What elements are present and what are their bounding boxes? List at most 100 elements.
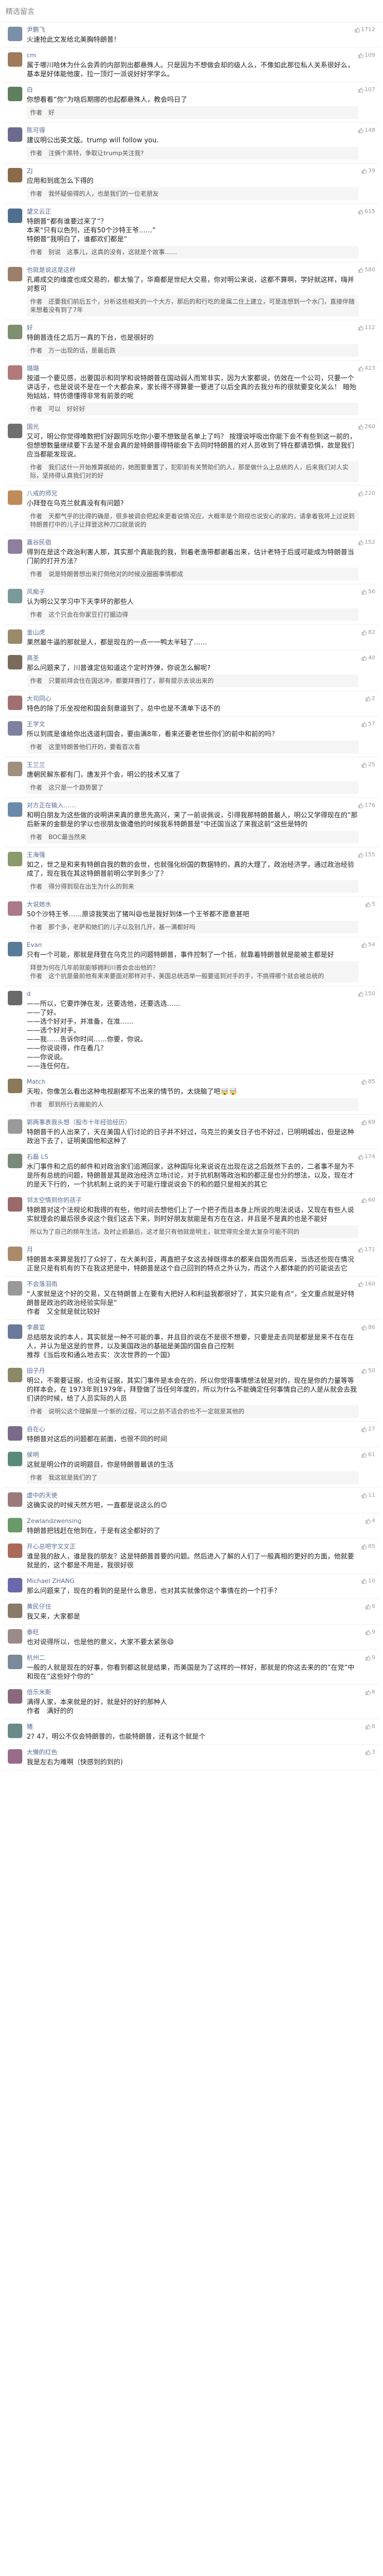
avatar[interactable] [8, 942, 22, 956]
like-button[interactable]: 4 [365, 1518, 375, 1524]
like-button[interactable]: 148 [358, 127, 375, 133]
like-button[interactable]: 11 [361, 1492, 375, 1498]
avatar[interactable] [8, 1247, 22, 1261]
like-button[interactable]: 8 [365, 1724, 375, 1730]
like-button[interactable]: 220 [358, 490, 375, 497]
commenter-name[interactable]: 大说她水 [27, 900, 359, 909]
like-button[interactable]: 152 [358, 539, 375, 545]
commenter-name[interactable]: 王兰兰 [27, 761, 359, 769]
commenter-name[interactable]: cm [27, 51, 359, 59]
like-button[interactable]: 580 [358, 267, 375, 273]
commenter-name[interactable]: 月 [27, 1245, 359, 1254]
like-button[interactable]: 9 [365, 1655, 375, 1661]
avatar[interactable] [8, 127, 22, 142]
like-button[interactable]: 109 [358, 52, 375, 58]
commenter-name[interactable]: 李晨宣 [27, 1323, 359, 1332]
avatar[interactable] [8, 1578, 22, 1592]
avatar[interactable] [8, 1324, 22, 1339]
like-button[interactable]: 85 [361, 1079, 375, 1085]
avatar[interactable] [8, 655, 22, 669]
avatar[interactable] [8, 1197, 22, 1212]
like-button[interactable]: 82 [361, 629, 375, 636]
commenter-name[interactable]: 田子丹 [27, 1367, 359, 1375]
commenter-name[interactable]: Evan [27, 941, 359, 949]
like-button[interactable]: 50 [361, 1368, 375, 1374]
like-button[interactable]: 2 [365, 696, 375, 702]
commenter-name[interactable]: 王海强 [27, 851, 359, 859]
like-button[interactable]: 150 [358, 991, 375, 997]
avatar[interactable] [8, 1492, 22, 1507]
commenter-name[interactable]: 泰旺 [27, 1628, 359, 1636]
like-button[interactable]: 56 [361, 589, 375, 595]
commenter-name[interactable]: 好 [27, 324, 359, 332]
commenter-name[interactable]: d [27, 990, 359, 998]
avatar[interactable] [8, 52, 22, 67]
like-button[interactable]: 176 [358, 802, 375, 808]
like-button[interactable]: 85 [361, 1543, 375, 1550]
avatar[interactable] [8, 209, 22, 223]
like-button[interactable]: 10 [361, 1578, 375, 1584]
avatar[interactable] [8, 1629, 22, 1644]
commenter-name[interactable]: 也就是说这是这样 [27, 266, 359, 274]
like-button[interactable]: 107 [358, 87, 375, 93]
like-button[interactable]: 174 [358, 1154, 375, 1160]
avatar[interactable] [8, 325, 22, 339]
avatar[interactable] [8, 1119, 22, 1134]
commenter-name[interactable]: 自在心 [27, 1425, 359, 1433]
avatar[interactable] [8, 1368, 22, 1382]
commenter-name[interactable]: 八戒的师兄 [27, 489, 359, 498]
commenter-name[interactable]: 郭两事表我头想（股市十年经验经历） [27, 1118, 359, 1126]
avatar[interactable] [8, 852, 22, 866]
like-button[interactable]: 615 [358, 209, 375, 215]
avatar[interactable] [8, 267, 22, 281]
avatar[interactable] [8, 168, 22, 182]
like-button[interactable]: 9 [365, 1604, 375, 1610]
avatar[interactable] [8, 87, 22, 101]
avatar[interactable] [8, 589, 22, 603]
avatar[interactable] [8, 901, 22, 916]
avatar[interactable] [8, 1426, 22, 1441]
like-button[interactable]: 54 [361, 942, 375, 948]
commenter-name[interactable]: 石磊 LS [27, 1153, 359, 1161]
like-button[interactable]: 1712 [355, 27, 375, 33]
like-button[interactable]: 112 [358, 325, 375, 331]
like-button[interactable]: 40 [361, 655, 375, 661]
avatar[interactable] [8, 27, 22, 41]
avatar[interactable] [8, 1724, 22, 1738]
commenter-name[interactable]: 王学文 [27, 720, 359, 728]
commenter-name[interactable]: 风痴子 [27, 588, 359, 596]
avatar[interactable] [8, 721, 22, 736]
commenter-name[interactable]: Michael ZHANG [27, 1577, 359, 1585]
like-button[interactable]: 57 [361, 721, 375, 727]
like-button[interactable]: 69 [361, 1119, 375, 1125]
commenter-name[interactable]: 金山虎 [27, 628, 359, 637]
commenter-name[interactable]: Match [27, 1078, 359, 1086]
commenter-name[interactable]: Zewlandzwensing [27, 1517, 359, 1525]
commenter-name[interactable]: 虚中的天使 [27, 1491, 359, 1500]
commenter-name[interactable]: 开心总吧宇文文正 [27, 1542, 359, 1551]
commenter-name[interactable]: 杭州二 [27, 1654, 359, 1662]
avatar[interactable] [8, 696, 22, 710]
avatar[interactable] [8, 802, 22, 817]
avatar[interactable] [8, 424, 22, 438]
commenter-name[interactable]: 大司同心 [27, 694, 359, 703]
like-button[interactable]: 5 [365, 901, 375, 907]
like-button[interactable]: 423 [358, 365, 375, 371]
commenter-name[interactable]: 璐璐 [27, 364, 359, 373]
commenter-name[interactable]: 白 [27, 86, 359, 94]
commenter-name[interactable]: 嘉谷民宿 [27, 538, 359, 547]
like-button[interactable]: 9 [365, 1629, 375, 1635]
avatar[interactable] [8, 991, 22, 1005]
avatar[interactable] [8, 762, 22, 776]
avatar[interactable] [8, 629, 22, 644]
like-button[interactable]: 171 [358, 1247, 375, 1253]
avatar[interactable] [8, 1655, 22, 1669]
commenter-name[interactable]: 国光 [27, 423, 359, 431]
like-button[interactable]: 86 [361, 1324, 375, 1331]
avatar[interactable] [8, 1079, 22, 1093]
commenter-name[interactable]: 对方正在输入…… [27, 801, 359, 810]
commenter-name[interactable]: 不会落泪雨 [27, 1280, 359, 1288]
commenter-name[interactable]: 陈可得 [27, 126, 359, 135]
avatar[interactable] [8, 1452, 22, 1466]
avatar[interactable] [8, 1281, 22, 1296]
